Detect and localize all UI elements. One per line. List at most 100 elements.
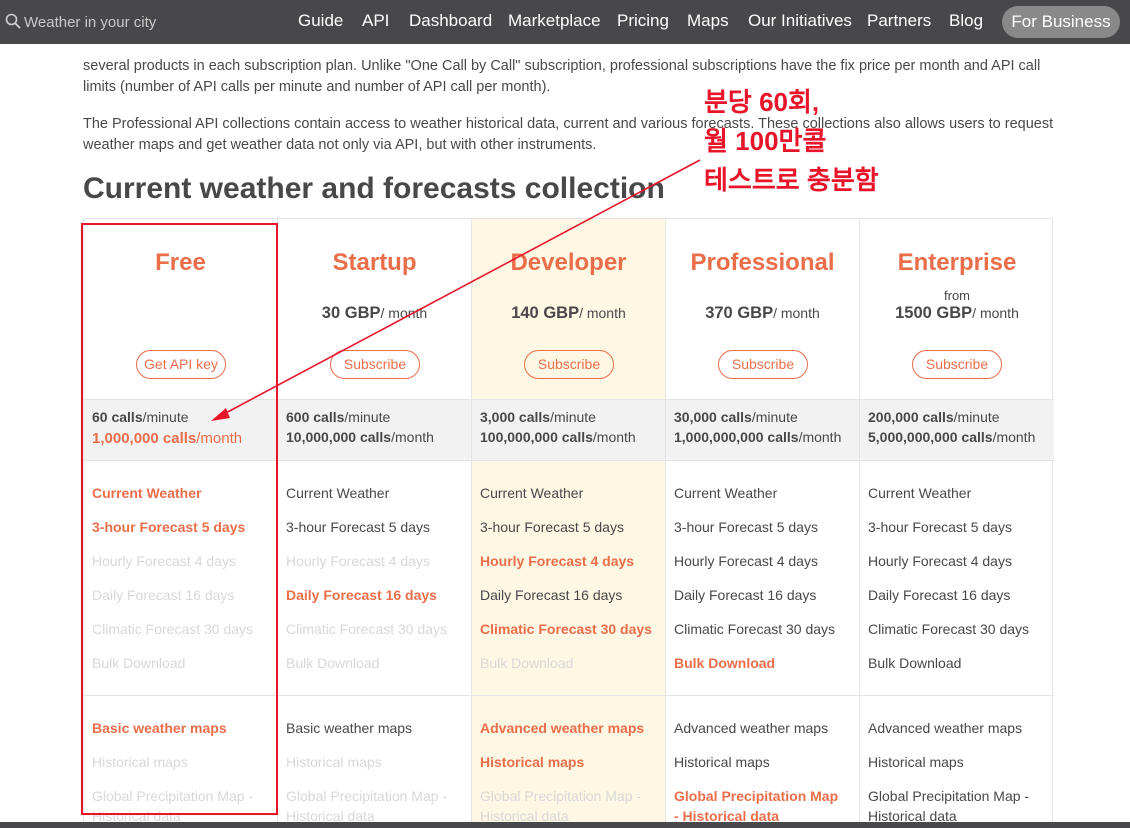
annotation-line-3: 테스트로 충분함 bbox=[704, 165, 879, 195]
section-divider bbox=[278, 695, 471, 696]
feature-item: Daily Forecast 16 days bbox=[480, 587, 623, 603]
feature-item: Bulk Download bbox=[868, 655, 962, 671]
feature-item: 3-hour Forecast 5 days bbox=[286, 519, 430, 535]
bottom-bar bbox=[0, 822, 1130, 828]
calls-per-month-unit: /month bbox=[992, 429, 1036, 445]
for-business-button[interactable]: For Business bbox=[1002, 6, 1120, 38]
annotation-line-2: 월 100만콜 bbox=[704, 126, 827, 156]
plan-name: Developer bbox=[510, 249, 627, 276]
plan-price: 1500 GBP/ month bbox=[860, 304, 1054, 323]
feature-item: Hourly Forecast 4 days bbox=[868, 553, 1012, 569]
feature-item: Current Weather bbox=[480, 485, 584, 501]
calls-per-minute: 3,000 calls/minute bbox=[480, 409, 596, 425]
calls-per-minute-unit: /minute bbox=[344, 409, 391, 425]
feature-item: Climatic Forecast 30 days bbox=[868, 621, 1030, 637]
calls-per-month-value: 1,000,000,000 calls bbox=[674, 429, 799, 445]
price-amount: 30 GBP bbox=[321, 304, 381, 322]
feature-item: Daily Forecast 16 days bbox=[868, 587, 1011, 603]
subscribe-button-developer[interactable]: Subscribe bbox=[524, 350, 614, 379]
map-feature-item: Basic weather maps bbox=[286, 720, 413, 736]
intro-paragraph-2: The Professional API collections contain… bbox=[83, 116, 1054, 153]
nav-pricing[interactable]: Pricing bbox=[617, 11, 669, 31]
annotation-line-1: 분당 60회, bbox=[704, 87, 820, 117]
section-divider bbox=[666, 695, 859, 696]
nav-dashboard[interactable]: Dashboard bbox=[409, 11, 492, 31]
feature-item: 3-hour Forecast 5 days bbox=[868, 519, 1012, 535]
feature-item: Hourly Forecast 4 days bbox=[674, 553, 818, 569]
calls-per-month-unit: /month bbox=[592, 429, 636, 445]
nav-api[interactable]: API bbox=[362, 11, 389, 31]
search-input[interactable] bbox=[24, 8, 264, 36]
nav-blog[interactable]: Blog bbox=[949, 11, 983, 31]
calls-per-minute: 600 calls/minute bbox=[286, 409, 390, 425]
price-unit: / month bbox=[380, 305, 428, 321]
calls-per-minute-value: 200,000 calls bbox=[868, 409, 954, 425]
map-feature-item: Historical maps bbox=[480, 754, 585, 770]
calls-per-month: 100,000,000 calls/month bbox=[480, 429, 636, 445]
feature-item: 3-hour Forecast 5 days bbox=[674, 519, 818, 535]
calls-per-minute-value: 600 calls bbox=[286, 409, 345, 425]
nav-maps[interactable]: Maps bbox=[687, 11, 729, 31]
nav-marketplace[interactable]: Marketplace bbox=[508, 11, 601, 31]
plan-column-startup: Startup 30 GBP/ month Subscribe 600 calls/m… bbox=[278, 219, 472, 828]
map-feature-item: Global Precipitation Map - bbox=[480, 788, 642, 804]
feature-item: Daily Forecast 16 days bbox=[286, 587, 437, 603]
map-feature-item: Global Precipitation Map - bbox=[868, 788, 1030, 804]
price-amount: 370 GBP bbox=[705, 304, 774, 322]
plan-price: 140 GBP/ month bbox=[472, 304, 665, 323]
intro-paragraph-1: several products in each subscription pl… bbox=[83, 58, 1041, 95]
calls-per-month: 5,000,000,000 calls/month bbox=[868, 429, 1035, 445]
price-unit: / month bbox=[972, 305, 1019, 321]
calls-per-minute: 30,000 calls/minute bbox=[674, 409, 798, 425]
calls-per-month-unit: /month bbox=[391, 429, 434, 445]
subscribe-button-enterprise[interactable]: Subscribe bbox=[912, 350, 1002, 379]
calls-per-minute: 200,000 calls/minute bbox=[868, 409, 1000, 425]
section-divider bbox=[860, 695, 1054, 696]
feature-item: Bulk Download bbox=[286, 655, 380, 671]
api-call-limits: 30,000 calls/minute 1,000,000,000 calls/m… bbox=[666, 399, 859, 461]
map-feature-item: Global Precipitation Map - bbox=[286, 788, 448, 804]
calls-per-month-value: 10,000,000 calls bbox=[286, 429, 392, 445]
plan-name: Professional bbox=[690, 249, 835, 276]
plan-price: 30 GBP/ month bbox=[278, 304, 471, 323]
nav-guide[interactable]: Guide bbox=[298, 11, 343, 31]
calls-per-month-value: 100,000,000 calls bbox=[480, 429, 593, 445]
section-title: Current weather and forecasts collection bbox=[83, 172, 665, 205]
feature-item: Hourly Forecast 4 days bbox=[480, 553, 635, 569]
calls-per-minute-value: 3,000 calls bbox=[480, 409, 551, 425]
subscribe-button-professional[interactable]: Subscribe bbox=[718, 350, 808, 379]
price-unit: / month bbox=[579, 305, 626, 321]
calls-per-month: 1,000,000,000 calls/month bbox=[674, 429, 841, 445]
plan-column-enterprise: Enterprise from 1500 GBP/ month Subscribe 20… bbox=[860, 219, 1054, 828]
price-amount: 140 GBP bbox=[511, 304, 580, 322]
map-feature-item: Advanced weather maps bbox=[480, 720, 645, 736]
feature-item: Current Weather bbox=[286, 485, 390, 501]
map-feature-item: Global Precipitation Map bbox=[674, 788, 839, 804]
calls-per-minute-unit: /minute bbox=[953, 409, 1000, 425]
price-amount: 1500 GBP bbox=[895, 304, 973, 322]
feature-item: Climatic Forecast 30 days bbox=[286, 621, 448, 637]
feature-item: Current Weather bbox=[868, 485, 972, 501]
api-call-limits: 200,000 calls/minute 5,000,000,000 calls/… bbox=[860, 399, 1054, 461]
calls-per-minute-value: 30,000 calls bbox=[674, 409, 752, 425]
city-search bbox=[0, 0, 270, 44]
top-navigation-bar: Guide API Dashboard Marketplace Pricing … bbox=[0, 0, 1130, 44]
feature-item: Climatic Forecast 30 days bbox=[480, 621, 652, 637]
api-call-limits: 600 calls/minute 10,000,000 calls/month bbox=[278, 399, 471, 461]
calls-per-month-value: 5,000,000,000 calls bbox=[868, 429, 993, 445]
api-call-limits: 3,000 calls/minute 100,000,000 calls/mont… bbox=[472, 399, 665, 461]
feature-item: Climatic Forecast 30 days bbox=[674, 621, 836, 637]
price-unit: / month bbox=[773, 305, 820, 321]
nav-partners[interactable]: Partners bbox=[867, 11, 931, 31]
map-feature-item: Historical maps bbox=[674, 754, 770, 770]
plan-name: Enterprise bbox=[897, 249, 1017, 276]
feature-item: Daily Forecast 16 days bbox=[674, 587, 817, 603]
plan-column-developer: Developer 140 GBP/ month Subscribe 3,000 ca… bbox=[472, 219, 666, 828]
subscribe-button-startup[interactable]: Subscribe bbox=[330, 350, 420, 379]
section-divider bbox=[472, 695, 665, 696]
search-icon[interactable] bbox=[5, 13, 21, 29]
plan-column-professional: Professional 370 GBP/ month Subscribe 30,00… bbox=[666, 219, 860, 828]
nav-our-initiatives[interactable]: Our Initiatives bbox=[748, 11, 852, 31]
price-from-label: from bbox=[944, 288, 970, 303]
map-feature-item: Advanced weather maps bbox=[674, 720, 829, 736]
